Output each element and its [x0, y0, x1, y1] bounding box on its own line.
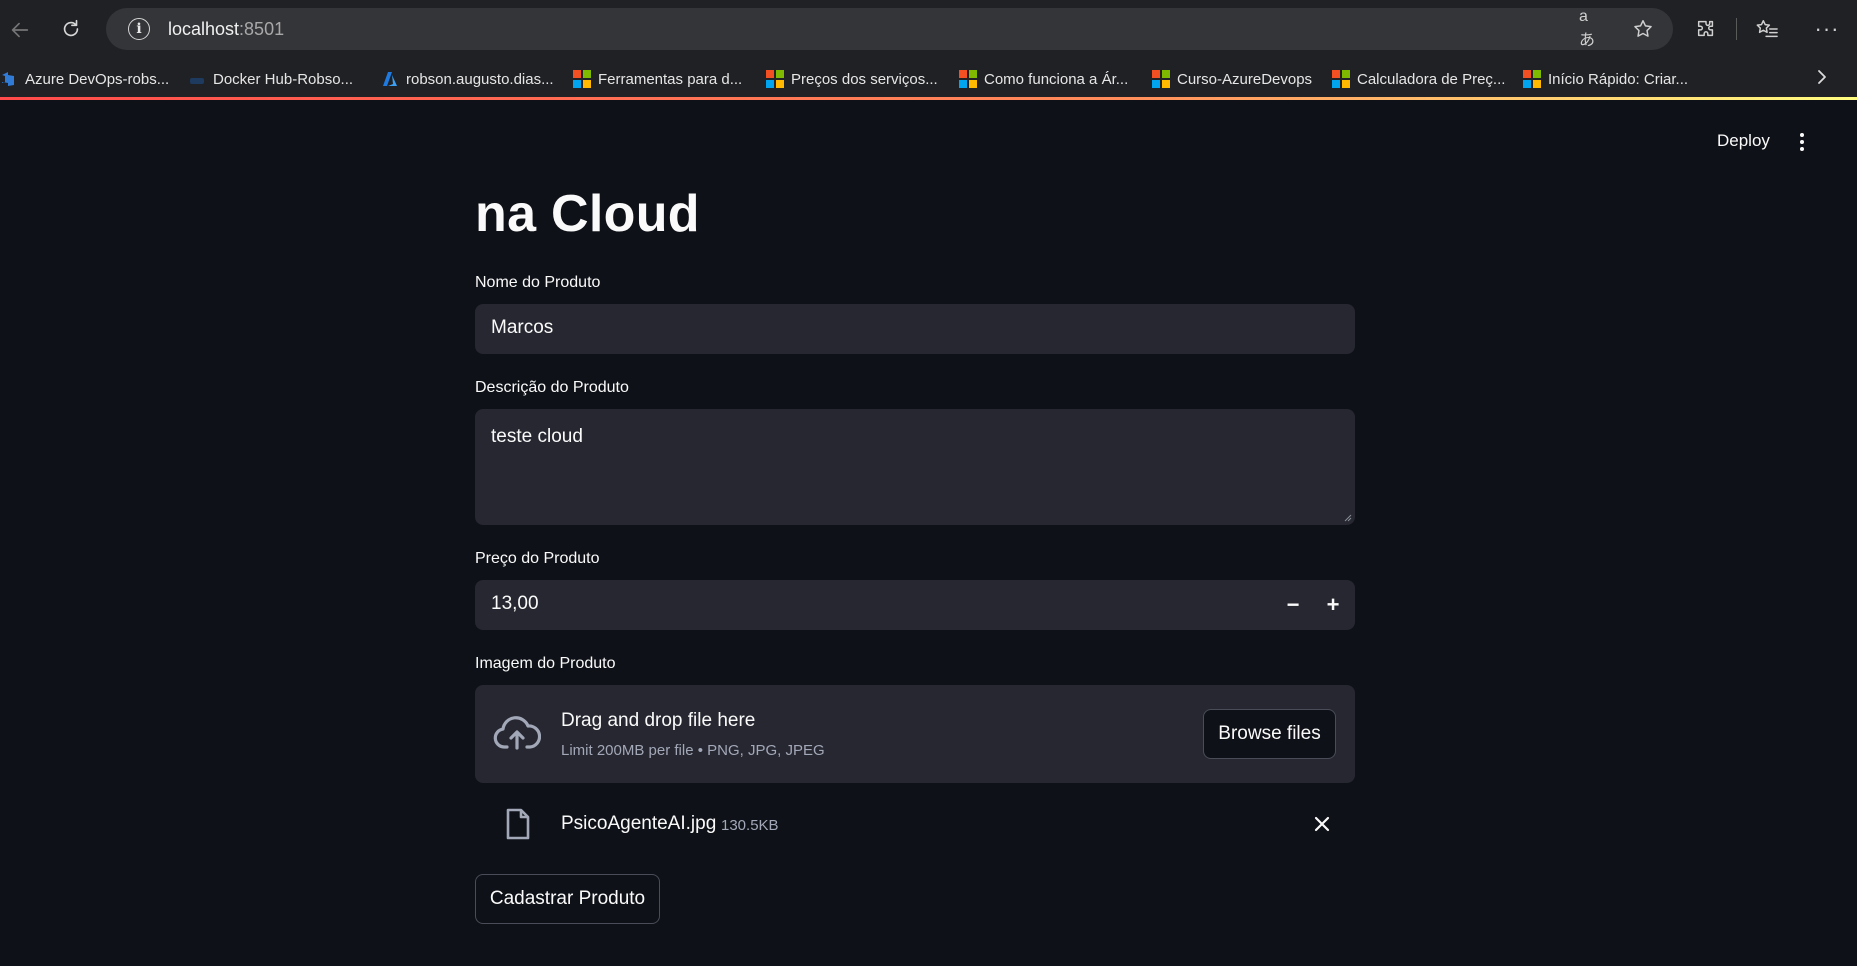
page-title: na Cloud	[475, 185, 700, 243]
microsoft-icon	[1152, 70, 1170, 88]
app-status-decoration-bar	[0, 97, 1857, 100]
remove-file-close-icon[interactable]	[1310, 812, 1334, 836]
bookmark-label: Calculadora de Preç...	[1357, 70, 1506, 88]
resize-grip-icon[interactable]	[1343, 513, 1352, 522]
microsoft-icon	[766, 70, 784, 88]
product-description-value: teste cloud	[491, 426, 583, 447]
browse-files-button[interactable]: Browse files	[1203, 709, 1336, 759]
file-icon	[506, 808, 530, 840]
cloud-upload-icon	[493, 716, 541, 750]
bookmark-label: robson.augusto.dias...	[406, 70, 554, 88]
favorites-list-icon[interactable]	[1737, 8, 1797, 50]
bookmark-robson-azure[interactable]: robson.augusto.dias...	[381, 60, 554, 98]
deploy-button[interactable]: Deploy	[1717, 131, 1770, 151]
bookmark-docker-hub[interactable]: Docker Hub-Robso...	[188, 60, 353, 98]
address-bar[interactable]: i localhost:8501 aあ	[106, 8, 1673, 50]
price-decrement-button[interactable]: −	[1273, 580, 1313, 630]
microsoft-icon	[959, 70, 977, 88]
bookmark-como-funciona[interactable]: Como funciona a Ár...	[959, 60, 1128, 98]
bookmark-azure-devops[interactable]: Azure DevOps-robs...	[0, 60, 169, 98]
back-button[interactable]	[0, 10, 40, 50]
product-price-label: Preço do Produto	[475, 550, 600, 567]
docker-icon	[190, 78, 204, 84]
uploaded-file-name: PsicoAgenteAI.jpg	[561, 813, 717, 834]
dropzone-title: Drag and drop file here	[561, 710, 756, 731]
extensions-icon[interactable]	[1676, 8, 1736, 50]
submit-product-button[interactable]: Cadastrar Produto	[475, 874, 660, 924]
main-menu-kebab-icon[interactable]	[1795, 130, 1809, 154]
price-increment-button[interactable]: +	[1313, 580, 1353, 630]
arrow-left-icon	[11, 22, 29, 38]
bookmarks-overflow-chevron-icon[interactable]	[1815, 68, 1829, 92]
product-name-label: Nome do Produto	[475, 274, 601, 291]
favorite-star-icon[interactable]	[1631, 17, 1655, 41]
product-name-value: Marcos	[491, 317, 554, 338]
dropzone-hint: Limit 200MB per file • PNG, JPG, JPEG	[561, 742, 825, 759]
product-price-input[interactable]: 13,00 − +	[475, 580, 1355, 630]
bookmark-label: Preços dos serviços...	[791, 70, 938, 88]
url-host: localhost	[168, 18, 240, 39]
product-description-label: Descrição do Produto	[475, 379, 629, 396]
bookmark-label: Azure DevOps-robs...	[25, 70, 170, 88]
bookmarks-bar: Azure DevOps-robs... Docker Hub-Robso...…	[0, 60, 1857, 98]
product-image-label: Imagem do Produto	[475, 655, 616, 672]
bookmark-calculadora[interactable]: Calculadora de Preç...	[1332, 60, 1505, 98]
bookmark-inicio-rapido[interactable]: Início Rápido: Criar...	[1523, 60, 1688, 98]
reload-icon	[63, 19, 79, 37]
bookmark-precos[interactable]: Preços dos serviços...	[766, 60, 938, 98]
product-name-input[interactable]: Marcos	[475, 304, 1355, 354]
url-port: :8501	[239, 18, 285, 39]
bookmark-curso-azuredevops[interactable]: Curso-AzureDevops	[1152, 60, 1312, 98]
azure-icon	[383, 72, 397, 86]
bookmark-label: Início Rápido: Criar...	[1548, 70, 1689, 88]
microsoft-icon	[1332, 70, 1350, 88]
browser-toolbar: i localhost:8501 aあ ···	[0, 0, 1857, 60]
product-description-textarea[interactable]: teste cloud	[475, 409, 1355, 525]
translate-icon[interactable]: aあ	[1579, 8, 1603, 49]
bookmark-ferramentas[interactable]: Ferramentas para d...	[573, 60, 742, 98]
azure-devops-icon	[2, 72, 14, 86]
bookmark-label: Curso-AzureDevops	[1177, 70, 1313, 88]
file-dropzone[interactable]: Drag and drop file here Limit 200MB per …	[475, 685, 1355, 783]
microsoft-icon	[573, 70, 591, 88]
more-menu-icon[interactable]: ···	[1797, 8, 1857, 50]
bookmark-label: Como funciona a Ár...	[984, 70, 1129, 88]
bookmark-label: Docker Hub-Robso...	[213, 70, 354, 88]
uploaded-file-size: 130.5KB	[721, 817, 779, 834]
uploaded-file-row: PsicoAgenteAI.jpg 130.5KB	[475, 804, 1355, 844]
bookmark-label: Ferramentas para d...	[598, 70, 743, 88]
reload-button[interactable]	[51, 9, 91, 49]
site-info-icon[interactable]: i	[128, 18, 150, 40]
microsoft-icon	[1523, 70, 1541, 88]
product-price-value: 13,00	[491, 593, 539, 614]
